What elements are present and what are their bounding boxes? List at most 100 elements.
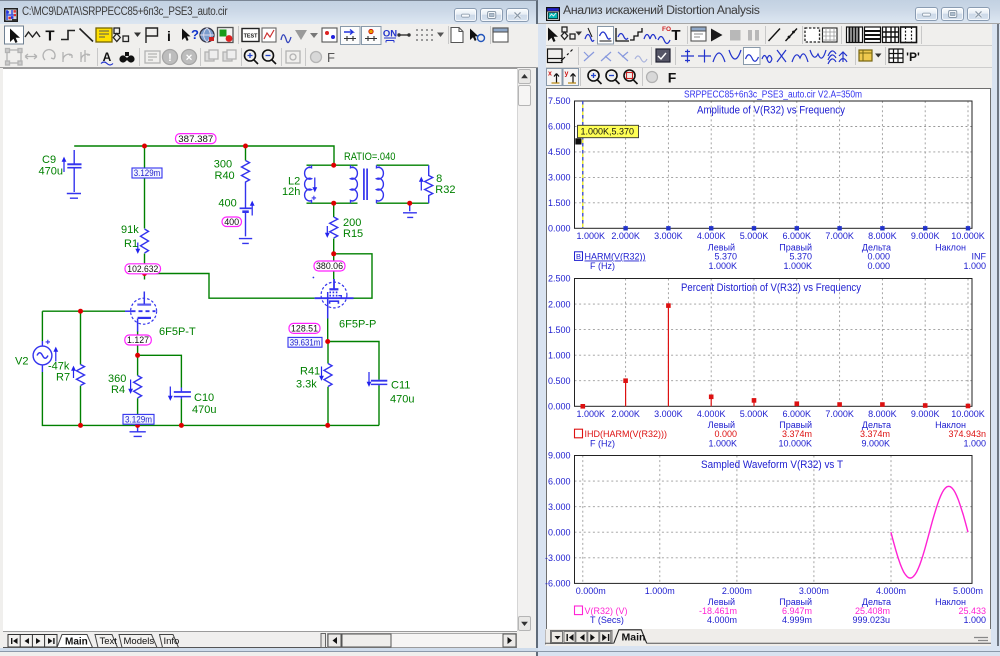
svg-text:6F5P-T: 6F5P-T xyxy=(159,326,196,338)
svg-text:3.000K: 3.000K xyxy=(654,409,683,419)
svg-text:5.000m: 5.000m xyxy=(953,586,983,596)
svg-text:1.000K: 1.000K xyxy=(783,261,812,271)
svg-text:5.000K: 5.000K xyxy=(740,231,769,241)
svg-text:!: ! xyxy=(168,52,172,64)
svg-text:T: T xyxy=(671,27,680,44)
svg-text:1.000: 1.000 xyxy=(548,350,571,360)
svg-text:F: F xyxy=(668,70,677,86)
svg-text:9.000K: 9.000K xyxy=(861,438,890,448)
svg-text:C9: C9 xyxy=(42,154,56,166)
svg-text:1.000K: 1.000K xyxy=(577,409,606,419)
svg-text:RATIO=.040: RATIO=.040 xyxy=(344,151,396,163)
svg-text:FO: FO xyxy=(662,26,671,33)
svg-text:10.000K: 10.000K xyxy=(778,438,812,448)
svg-text:T: T xyxy=(45,28,54,45)
svg-text:400: 400 xyxy=(218,197,236,209)
svg-text:2.000: 2.000 xyxy=(548,299,571,309)
svg-text:1.000m: 1.000m xyxy=(645,586,675,596)
svg-text:Models: Models xyxy=(124,636,155,647)
svg-text:470u: 470u xyxy=(192,404,216,416)
svg-text:6.000K: 6.000K xyxy=(783,231,812,241)
svg-text:'P': 'P' xyxy=(906,50,920,64)
svg-text:6F5P-P: 6F5P-P xyxy=(339,319,376,331)
svg-text:7.000K: 7.000K xyxy=(825,231,854,241)
svg-text:1.500: 1.500 xyxy=(548,325,571,335)
svg-text:1.000: 1.000 xyxy=(963,438,986,448)
svg-text:Percent Distortion of V(R32) v: Percent Distortion of V(R32) vs Frequenc… xyxy=(681,282,861,294)
svg-text:Main: Main xyxy=(622,632,646,644)
svg-text:Main: Main xyxy=(65,637,88,648)
svg-text:y: y xyxy=(565,71,569,78)
svg-text:i: i xyxy=(167,28,171,44)
svg-text:2.000m: 2.000m xyxy=(722,586,752,596)
svg-text:1.000: 1.000 xyxy=(963,261,986,271)
svg-text:9.000K: 9.000K xyxy=(911,231,940,241)
svg-text:6.000: 6.000 xyxy=(548,122,571,132)
svg-text:R40: R40 xyxy=(215,170,235,182)
svg-text:7.500: 7.500 xyxy=(548,96,571,106)
svg-text:999.023u: 999.023u xyxy=(852,615,890,625)
svg-text:91k: 91k xyxy=(121,224,139,236)
svg-text:B: B xyxy=(576,252,581,261)
svg-text:2.000K: 2.000K xyxy=(611,231,640,241)
svg-text:R32: R32 xyxy=(435,184,455,196)
svg-text:39.631m: 39.631m xyxy=(290,337,321,348)
svg-text:4.500: 4.500 xyxy=(548,147,571,157)
svg-text:10.000K: 10.000K xyxy=(951,409,985,419)
svg-text:380.06: 380.06 xyxy=(316,261,343,272)
svg-text:V2: V2 xyxy=(15,356,28,368)
svg-text:TEST: TEST xyxy=(244,34,258,40)
svg-text:8.000K: 8.000K xyxy=(868,409,897,419)
svg-text:0.000: 0.000 xyxy=(548,527,571,537)
svg-text:-6.000: -6.000 xyxy=(545,579,571,589)
svg-text:7.000K: 7.000K xyxy=(825,409,854,419)
svg-text:R4: R4 xyxy=(111,384,125,396)
svg-text:R41: R41 xyxy=(300,366,320,378)
svg-text:128.51: 128.51 xyxy=(291,324,318,335)
svg-text:9.000K: 9.000K xyxy=(911,409,940,419)
svg-text:1.000K: 1.000K xyxy=(708,438,737,448)
svg-text:470u: 470u xyxy=(39,166,63,178)
svg-text:2.000K: 2.000K xyxy=(611,409,640,419)
svg-text:Sampled Waveform V(R32) vs T: Sampled Waveform V(R32) vs T xyxy=(701,459,843,471)
svg-text:F (Hz): F (Hz) xyxy=(590,438,615,448)
svg-text:3.000: 3.000 xyxy=(548,502,571,512)
svg-text:R15: R15 xyxy=(343,228,363,240)
svg-text:10.000K: 10.000K xyxy=(951,231,985,241)
svg-text:?: ? xyxy=(191,27,199,42)
svg-text:9.000: 9.000 xyxy=(548,451,571,461)
svg-text:-3.000: -3.000 xyxy=(545,553,571,563)
svg-text:1.000: 1.000 xyxy=(963,615,986,625)
svg-text:T (Secs): T (Secs) xyxy=(590,615,624,625)
svg-text:✕: ✕ xyxy=(185,53,193,63)
svg-text:0.500: 0.500 xyxy=(548,376,571,386)
svg-text:300: 300 xyxy=(214,159,232,171)
svg-text:470u: 470u xyxy=(390,394,414,406)
svg-text:SRPPECC85+6n3c_PSE3_auto.cir V: SRPPECC85+6n3c_PSE3_auto.cir V2.A=350m xyxy=(684,90,862,101)
svg-text:12h: 12h xyxy=(282,186,300,198)
svg-text:0.000m: 0.000m xyxy=(576,586,606,596)
svg-text:3.000K: 3.000K xyxy=(654,231,683,241)
svg-text:1.000K: 1.000K xyxy=(708,261,737,271)
svg-text:4.000m: 4.000m xyxy=(876,586,906,596)
svg-text:3.129m: 3.129m xyxy=(134,168,161,179)
svg-text:4.000K: 4.000K xyxy=(697,231,726,241)
svg-text:R7: R7 xyxy=(56,372,70,384)
svg-text:4.000m: 4.000m xyxy=(707,615,737,625)
svg-text:387.387: 387.387 xyxy=(178,134,213,145)
svg-text:5.000K: 5.000K xyxy=(740,409,769,419)
svg-text:C10: C10 xyxy=(194,392,214,404)
svg-text:1.000K: 1.000K xyxy=(577,231,606,241)
svg-text:8.000K: 8.000K xyxy=(868,231,897,241)
svg-text:400: 400 xyxy=(224,217,239,228)
svg-text:Info: Info xyxy=(164,636,180,647)
svg-text:Text: Text xyxy=(100,636,118,647)
svg-text:6.000K: 6.000K xyxy=(783,409,812,419)
svg-text:0.000: 0.000 xyxy=(548,402,571,412)
svg-text:R1: R1 xyxy=(124,238,138,250)
svg-text:F: F xyxy=(327,50,335,65)
svg-text:4.999m: 4.999m xyxy=(782,615,812,625)
svg-text:x: x xyxy=(548,71,552,78)
svg-text:3.000m: 3.000m xyxy=(799,586,829,596)
svg-text:4.000K: 4.000K xyxy=(697,409,726,419)
